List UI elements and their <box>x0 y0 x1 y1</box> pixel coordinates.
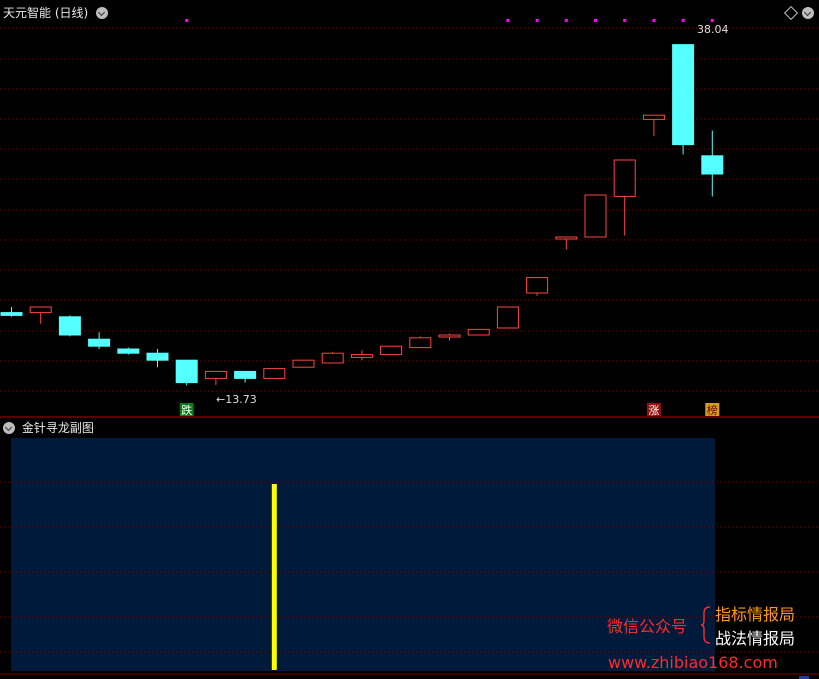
candle-body <box>438 334 461 338</box>
marker-rank: 榜 <box>705 403 720 417</box>
candle-body <box>292 359 315 368</box>
candle-body <box>0 312 23 316</box>
candle-body <box>146 352 169 361</box>
candle[interactable] <box>701 130 724 197</box>
main-title-text: 天元智能 (日线) <box>3 6 89 20</box>
candle-body <box>642 114 665 120</box>
candle-body <box>526 277 549 294</box>
candle[interactable] <box>117 347 140 355</box>
candle[interactable] <box>350 350 373 361</box>
watermark-left: 微信公众号 <box>607 617 688 636</box>
signal-dot <box>681 19 685 22</box>
candle[interactable] <box>613 159 636 236</box>
candle-body <box>672 44 695 146</box>
candle[interactable] <box>0 307 23 317</box>
candle[interactable] <box>88 332 111 349</box>
candle-body <box>175 359 198 384</box>
signal-dot <box>185 19 189 22</box>
sub-chevron-down-icon[interactable] <box>3 422 15 434</box>
brace-icon <box>700 606 711 644</box>
candle[interactable] <box>58 315 81 337</box>
candle[interactable] <box>642 114 665 137</box>
candle-body <box>584 194 607 238</box>
candle-body <box>409 337 432 349</box>
candle[interactable] <box>321 351 344 364</box>
candle[interactable] <box>175 359 198 386</box>
candle-body <box>701 155 724 175</box>
candle-body <box>555 236 578 240</box>
candle-body <box>496 306 519 329</box>
candle-body <box>380 345 403 356</box>
marker-label: 榜 <box>707 403 718 417</box>
high-price-label: 38.04 <box>697 23 729 36</box>
candle[interactable] <box>380 345 403 356</box>
candle[interactable] <box>584 194 607 238</box>
candle[interactable] <box>292 359 315 368</box>
candle-body <box>321 352 344 364</box>
candle[interactable] <box>409 336 432 349</box>
candle[interactable] <box>29 306 52 324</box>
marker-fall: 跌 <box>179 403 194 417</box>
candle-body <box>204 370 227 379</box>
signal-dot <box>535 19 539 22</box>
candle-body <box>234 370 257 379</box>
watermark-url: www.zhibiao168.com <box>608 653 778 672</box>
candle[interactable] <box>204 370 227 385</box>
indicator-panel[interactable] <box>0 418 819 679</box>
candle[interactable] <box>526 277 549 296</box>
candle-body <box>58 316 81 336</box>
signal-dot <box>506 19 510 22</box>
candle[interactable] <box>555 236 578 250</box>
main-title: 天元智能 (日线) <box>3 5 109 21</box>
candle-body <box>263 368 286 379</box>
signal-dot <box>594 19 597 22</box>
candle[interactable] <box>496 306 519 329</box>
signal-dot <box>564 19 568 22</box>
candle[interactable] <box>263 368 286 379</box>
signal-bar <box>271 484 277 670</box>
sub-title-text: 金针寻龙副图 <box>21 421 94 435</box>
marker-label: 跌 <box>181 403 192 417</box>
candle-body <box>117 348 140 354</box>
candle-body <box>350 354 373 358</box>
low-price-label: ←13.73 <box>216 393 257 406</box>
candle-body <box>613 159 636 197</box>
candle[interactable] <box>234 370 257 383</box>
signal-dot <box>710 19 714 22</box>
candlestick-chart[interactable]: 38.04 ←13.73 跌 涨 榜 <box>0 0 819 420</box>
sub-title: 金针寻龙副图 <box>3 420 94 436</box>
signal-dot <box>623 19 627 22</box>
marker-label: 涨 <box>648 404 659 417</box>
settings-chevron-icon[interactable] <box>802 7 814 19</box>
candle[interactable] <box>467 328 490 336</box>
candle[interactable] <box>672 44 695 155</box>
candle-body <box>29 306 52 314</box>
candle-body <box>88 338 111 347</box>
watermark-line1: 指标情报局 <box>715 605 796 624</box>
marker-rise: 涨 <box>646 403 661 417</box>
main-chevron-down-icon[interactable] <box>96 7 109 19</box>
candle[interactable] <box>438 333 461 341</box>
candle[interactable] <box>146 349 169 368</box>
watermark-line2: 战法情报局 <box>715 629 796 648</box>
signal-dot <box>652 19 656 22</box>
candle-body <box>467 328 490 336</box>
